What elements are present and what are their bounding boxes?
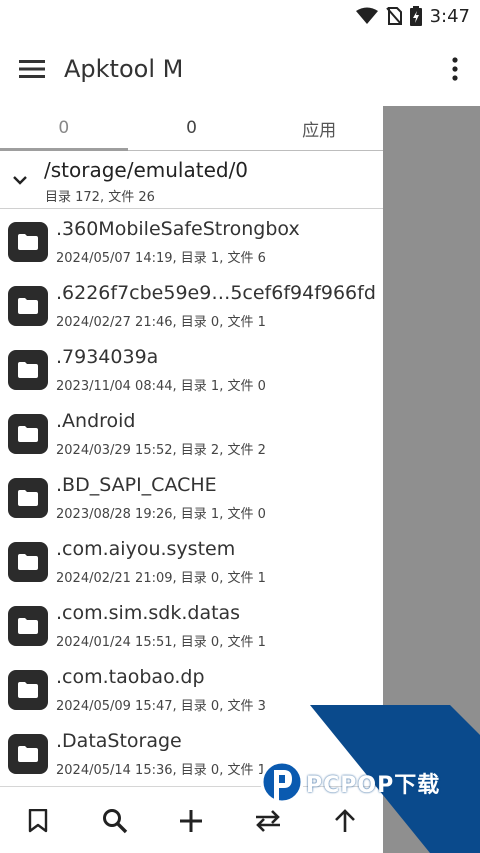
file-meta: 2024/02/27 21:46, 目录 0, 文件 1 <box>56 315 266 330</box>
folder-icon <box>8 286 48 326</box>
file-meta: 2024/02/21 21:09, 目录 0, 文件 1 <box>56 571 266 586</box>
swap-button[interactable] <box>244 797 292 845</box>
tab-bar: 0 0 应用 <box>0 106 383 151</box>
folder-icon <box>8 734 48 774</box>
list-item[interactable]: .360MobileSafeStrongbox 2024/05/07 14:19… <box>0 210 383 274</box>
bookmark-icon <box>29 808 48 832</box>
file-name: .BD_SAPI_CACHE <box>56 474 217 496</box>
menu-button[interactable] <box>0 32 64 106</box>
folder-icon <box>8 606 48 646</box>
app-title: Apktool M <box>64 55 184 83</box>
list-item[interactable]: .7934039a 2023/11/04 08:44, 目录 1, 文件 0 <box>0 338 383 402</box>
file-name: .com.taobao.dp <box>56 666 205 688</box>
list-item[interactable]: .com.sim.sdk.datas 2024/01/24 15:51, 目录 … <box>0 594 383 658</box>
tab-0-first[interactable]: 0 <box>0 106 128 151</box>
bookmark-button[interactable] <box>14 797 62 845</box>
folder-icon <box>8 670 48 710</box>
file-meta: 2023/08/28 19:26, 目录 1, 文件 0 <box>56 507 266 522</box>
file-meta: 2024/03/29 15:52, 目录 2, 文件 2 <box>56 443 266 458</box>
no-sim-icon <box>385 7 402 25</box>
file-name: .6226f7cbe59e9…5cef6f94f966fd <box>56 282 376 304</box>
status-bar: 3:47 <box>0 0 480 32</box>
current-path: /storage/emulated/0 <box>44 158 249 182</box>
list-item[interactable]: .com.aiyou.system 2024/02/21 21:09, 目录 0… <box>0 530 383 594</box>
battery-charging-icon <box>409 6 422 26</box>
drawer-scrim[interactable] <box>383 106 480 853</box>
swap-arrows-icon <box>256 809 281 832</box>
folder-icon <box>8 478 48 518</box>
more-vert-icon <box>452 57 458 81</box>
folder-icon <box>8 222 48 262</box>
app-bar: Apktool M <box>0 32 480 106</box>
tab-apps[interactable]: 应用 <box>255 106 383 150</box>
overflow-menu-button[interactable] <box>440 54 470 84</box>
folder-icon <box>8 542 48 582</box>
folder-icon <box>8 350 48 390</box>
list-item[interactable]: .BD_SAPI_CACHE 2023/08/28 19:26, 目录 1, 文… <box>0 466 383 530</box>
bottom-toolbar <box>0 786 383 853</box>
folder-icon <box>8 414 48 454</box>
path-header[interactable]: /storage/emulated/0 目录 172, 文件 26 <box>0 152 383 209</box>
search-icon <box>102 808 128 833</box>
list-item[interactable]: .DataStorage 2024/05/14 15:36, 目录 0, 文件 … <box>0 722 383 786</box>
file-list: .360MobileSafeStrongbox 2024/05/07 14:19… <box>0 210 383 786</box>
wifi-icon <box>355 7 378 25</box>
file-browser-panel: 0 0 应用 /storage/emulated/0 目录 172, 文件 26… <box>0 106 383 853</box>
file-name: .DataStorage <box>56 730 182 752</box>
path-summary: 目录 172, 文件 26 <box>45 190 155 205</box>
file-meta: 2024/05/07 14:19, 目录 1, 文件 6 <box>56 251 266 266</box>
chevron-down-icon[interactable] <box>10 170 30 190</box>
parent-directory-button[interactable] <box>321 797 369 845</box>
tab-0-second[interactable]: 0 <box>128 106 256 150</box>
plus-icon <box>180 809 203 832</box>
file-meta: 2024/05/09 15:47, 目录 0, 文件 3 <box>56 699 266 714</box>
file-name: .Android <box>56 410 136 432</box>
list-item[interactable]: .6226f7cbe59e9…5cef6f94f966fd 2024/02/27… <box>0 274 383 338</box>
list-item[interactable]: .Android 2024/03/29 15:52, 目录 2, 文件 2 <box>0 402 383 466</box>
list-item[interactable]: .com.taobao.dp 2024/05/09 15:47, 目录 0, 文… <box>0 658 383 722</box>
search-button[interactable] <box>91 797 139 845</box>
file-meta: 2023/11/04 08:44, 目录 1, 文件 0 <box>56 379 266 394</box>
file-name: .com.aiyou.system <box>56 538 236 560</box>
file-name: .com.sim.sdk.datas <box>56 602 241 624</box>
file-name: .7934039a <box>56 346 159 368</box>
arrow-up-icon <box>334 808 355 832</box>
file-meta: 2024/01/24 15:51, 目录 0, 文件 1 <box>56 635 266 650</box>
file-meta: 2024/05/14 15:36, 目录 0, 文件 1 <box>56 763 266 778</box>
menu-icon <box>19 60 45 78</box>
add-button[interactable] <box>167 797 215 845</box>
status-time: 3:47 <box>429 5 470 27</box>
file-name: .360MobileSafeStrongbox <box>56 218 300 240</box>
